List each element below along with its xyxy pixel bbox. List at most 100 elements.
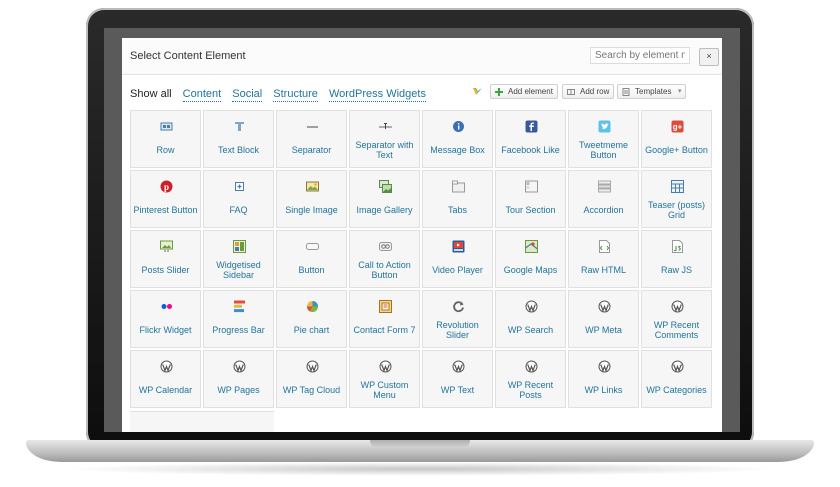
element-tile[interactable]: WP Links xyxy=(568,350,639,408)
element-tile-label: WP Text xyxy=(440,385,475,395)
wordpress-icon xyxy=(671,360,684,373)
element-tile[interactable]: WP Tag Cloud xyxy=(276,350,347,408)
element-tile[interactable]: Tour Section xyxy=(495,170,566,228)
filter-structure[interactable]: Structure xyxy=(273,88,318,102)
close-button[interactable]: × xyxy=(699,48,719,66)
element-tile[interactable]: Video Player xyxy=(422,230,493,288)
element-tile[interactable]: Separator with Text xyxy=(349,110,420,168)
wordpress-icon xyxy=(598,300,611,313)
facebook-icon xyxy=(525,120,538,133)
add-row-button[interactable]: Add row xyxy=(562,84,615,99)
element-tile[interactable]: Widgetised Sidebar xyxy=(203,230,274,288)
filter-content[interactable]: Content xyxy=(182,88,222,102)
element-tile[interactable]: Call to Action Button xyxy=(349,230,420,288)
filter-show-all[interactable]: Show all xyxy=(130,88,172,101)
element-tile[interactable]: Facebook Like xyxy=(495,110,566,168)
search-input[interactable] xyxy=(590,47,690,64)
templates-label: Templates xyxy=(635,87,672,96)
element-tile[interactable]: Message Box xyxy=(422,110,493,168)
element-tile-label: Call to Action Button xyxy=(358,260,411,280)
add-row-label: Add row xyxy=(580,87,610,96)
element-tile-label: Text Block xyxy=(217,145,259,155)
element-tile-label: Widgetised Sidebar xyxy=(216,260,261,280)
element-tile-label: Image Gallery xyxy=(356,205,413,215)
element-tile[interactable]: Button xyxy=(276,230,347,288)
row-icon xyxy=(567,89,575,95)
element-tile[interactable]: Pie chart xyxy=(276,290,347,348)
add-element-label: Add element xyxy=(508,87,553,96)
modal-header: Select Content Element × xyxy=(122,38,722,75)
wordpress-icon xyxy=(525,360,538,373)
element-tile[interactable]: Progress Bar xyxy=(203,290,274,348)
text-block-icon xyxy=(235,122,244,131)
element-tile-label: Raw JS xyxy=(660,265,692,275)
separator-text-icon xyxy=(379,123,392,129)
filter-wordpress-widgets[interactable]: WordPress Widgets xyxy=(328,88,426,102)
google-plus-icon: g+ xyxy=(671,120,684,133)
element-tile[interactable]: Google Maps xyxy=(495,230,566,288)
element-tile[interactable]: g+ Google+ Button xyxy=(641,110,712,168)
element-tile[interactable]: Text Block xyxy=(203,110,274,168)
element-tile[interactable]: Single Image xyxy=(276,170,347,228)
element-tile-label: WP Search xyxy=(507,325,554,335)
element-tile-label: Tweetmeme Button xyxy=(578,140,629,160)
grid-icon xyxy=(671,180,684,193)
element-tile[interactable]: WP Pages xyxy=(203,350,274,408)
element-tile[interactable]: Tabs xyxy=(422,170,493,228)
element-tile[interactable]: Row xyxy=(130,110,201,168)
element-tile[interactable]: WP Search xyxy=(495,290,566,348)
filter-social[interactable]: Social xyxy=(232,88,263,102)
templates-button[interactable]: Templates ▾ xyxy=(617,84,687,99)
faq-icon xyxy=(235,182,244,191)
wordpress-icon xyxy=(306,360,319,373)
element-tile-label: Accordion xyxy=(583,205,624,215)
add-element-button[interactable]: Add element xyxy=(490,84,558,99)
element-tile-label: Teaser (posts) Grid xyxy=(647,200,706,220)
element-tile-label: Contact Form 7 xyxy=(353,325,416,335)
wordpress-icon xyxy=(233,360,246,373)
element-tile[interactable]: WP Recent Posts xyxy=(495,350,566,408)
element-tile[interactable]: WP Custom Menu xyxy=(349,350,420,408)
pinterest-icon: p xyxy=(160,180,173,193)
element-tile[interactable]: WP Calendar xyxy=(130,350,201,408)
element-tile-label: Tabs xyxy=(447,205,467,215)
visual-composer-logo-icon xyxy=(473,88,482,95)
raw-js-icon xyxy=(672,240,683,253)
row-icon xyxy=(160,122,173,131)
element-tile[interactable]: WP Text xyxy=(422,350,493,408)
element-tile[interactable]: Accordion xyxy=(568,170,639,228)
element-tile-label: WP Meta xyxy=(585,325,622,335)
element-tile-label: WP Pages xyxy=(217,385,260,395)
svg-text:p: p xyxy=(164,182,169,192)
element-tile[interactable]: Teaser (posts) Grid xyxy=(641,170,712,228)
slider-icon xyxy=(160,240,173,252)
element-tile-label: WP Tag Cloud xyxy=(282,385,341,395)
element-tile-label: Revolution Slider xyxy=(436,320,479,340)
element-tile[interactable]: WP Categories xyxy=(641,350,712,408)
element-tile-label: WP Custom Menu xyxy=(360,380,409,400)
element-tile-label: WP Recent Comments xyxy=(653,320,700,340)
element-tile[interactable]: Separator xyxy=(276,110,347,168)
element-tile[interactable]: FAQ xyxy=(203,170,274,228)
element-tile[interactable]: p Pinterest Button xyxy=(130,170,201,228)
element-tile[interactable]: Flickr Widget xyxy=(130,290,201,348)
element-tile[interactable]: Posts Slider xyxy=(130,230,201,288)
wordpress-icon xyxy=(525,300,538,313)
element-tile[interactable]: Raw HTML xyxy=(568,230,639,288)
element-tile-label: Posts Slider xyxy=(141,265,190,275)
element-tile[interactable]: Image Gallery xyxy=(349,170,420,228)
wordpress-icon xyxy=(671,300,684,313)
element-tile-label: Row xyxy=(156,145,175,155)
element-tile-label: Message Box xyxy=(430,145,485,155)
contact-form-icon xyxy=(379,300,392,313)
grid-row-partial xyxy=(130,411,274,432)
element-tile[interactable]: Tweetmeme Button xyxy=(568,110,639,168)
element-tile[interactable]: Contact Form 7 xyxy=(349,290,420,348)
progress-bar-icon xyxy=(234,300,245,313)
element-tile[interactable]: Revolution Slider xyxy=(422,290,493,348)
tour-icon xyxy=(525,180,538,193)
element-tile-label: Pinterest Button xyxy=(133,205,198,215)
element-tile[interactable]: Raw JS xyxy=(641,230,712,288)
element-tile[interactable]: WP Meta xyxy=(568,290,639,348)
element-tile[interactable]: WP Recent Comments xyxy=(641,290,712,348)
